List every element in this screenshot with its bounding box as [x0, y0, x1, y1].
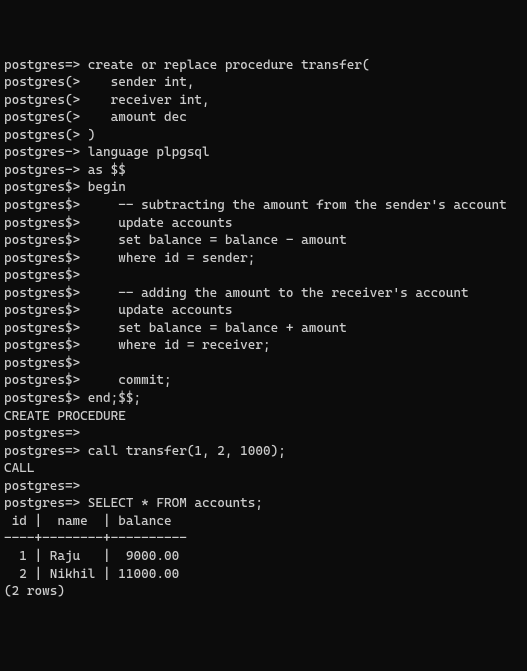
terminal-line: 1 | Raju | 9000.00 [4, 548, 523, 566]
terminal-line: postgres$> [4, 355, 523, 373]
terminal-line: postgres$> end;$$; [4, 390, 523, 408]
terminal-line: postgres=> [4, 425, 523, 443]
terminal-line: postgres$> -- adding the amount to the r… [4, 285, 523, 303]
terminal-line: postgres(> amount dec [4, 109, 523, 127]
terminal-output: postgres=> create or replace procedure t… [4, 57, 523, 601]
terminal-line: postgres=> [4, 478, 523, 496]
terminal-line: postgres$> set balance = balance - amoun… [4, 232, 523, 250]
terminal-line: postgres(> sender int, [4, 74, 523, 92]
terminal-line: postgres=> call transfer(1, 2, 1000); [4, 443, 523, 461]
terminal-line: postgres=> create or replace procedure t… [4, 57, 523, 75]
terminal-line: postgres$> commit; [4, 372, 523, 390]
terminal-line: postgres$> begin [4, 179, 523, 197]
terminal-line: 2 | Nikhil | 11000.00 [4, 566, 523, 584]
terminal-line: postgres=> SELECT * FROM accounts; [4, 495, 523, 513]
terminal-line: postgres(> ) [4, 127, 523, 145]
terminal-line: postgres$> -- subtracting the amount fro… [4, 197, 523, 215]
terminal-line: postgres-> as $$ [4, 162, 523, 180]
terminal-line: postgres$> where id = receiver; [4, 337, 523, 355]
terminal-line: postgres-> language plpgsql [4, 144, 523, 162]
terminal-line: postgres$> update accounts [4, 215, 523, 233]
terminal-line: postgres$> where id = sender; [4, 250, 523, 268]
terminal-line: postgres(> receiver int, [4, 92, 523, 110]
terminal-line: (2 rows) [4, 583, 523, 601]
terminal-line: id | name | balance [4, 513, 523, 531]
terminal-line: postgres$> [4, 267, 523, 285]
terminal-line: CALL [4, 460, 523, 478]
terminal-line: postgres$> set balance = balance + amoun… [4, 320, 523, 338]
terminal-line: CREATE PROCEDURE [4, 408, 523, 426]
terminal-line: ----+--------+---------- [4, 530, 523, 548]
terminal-line: postgres$> update accounts [4, 302, 523, 320]
